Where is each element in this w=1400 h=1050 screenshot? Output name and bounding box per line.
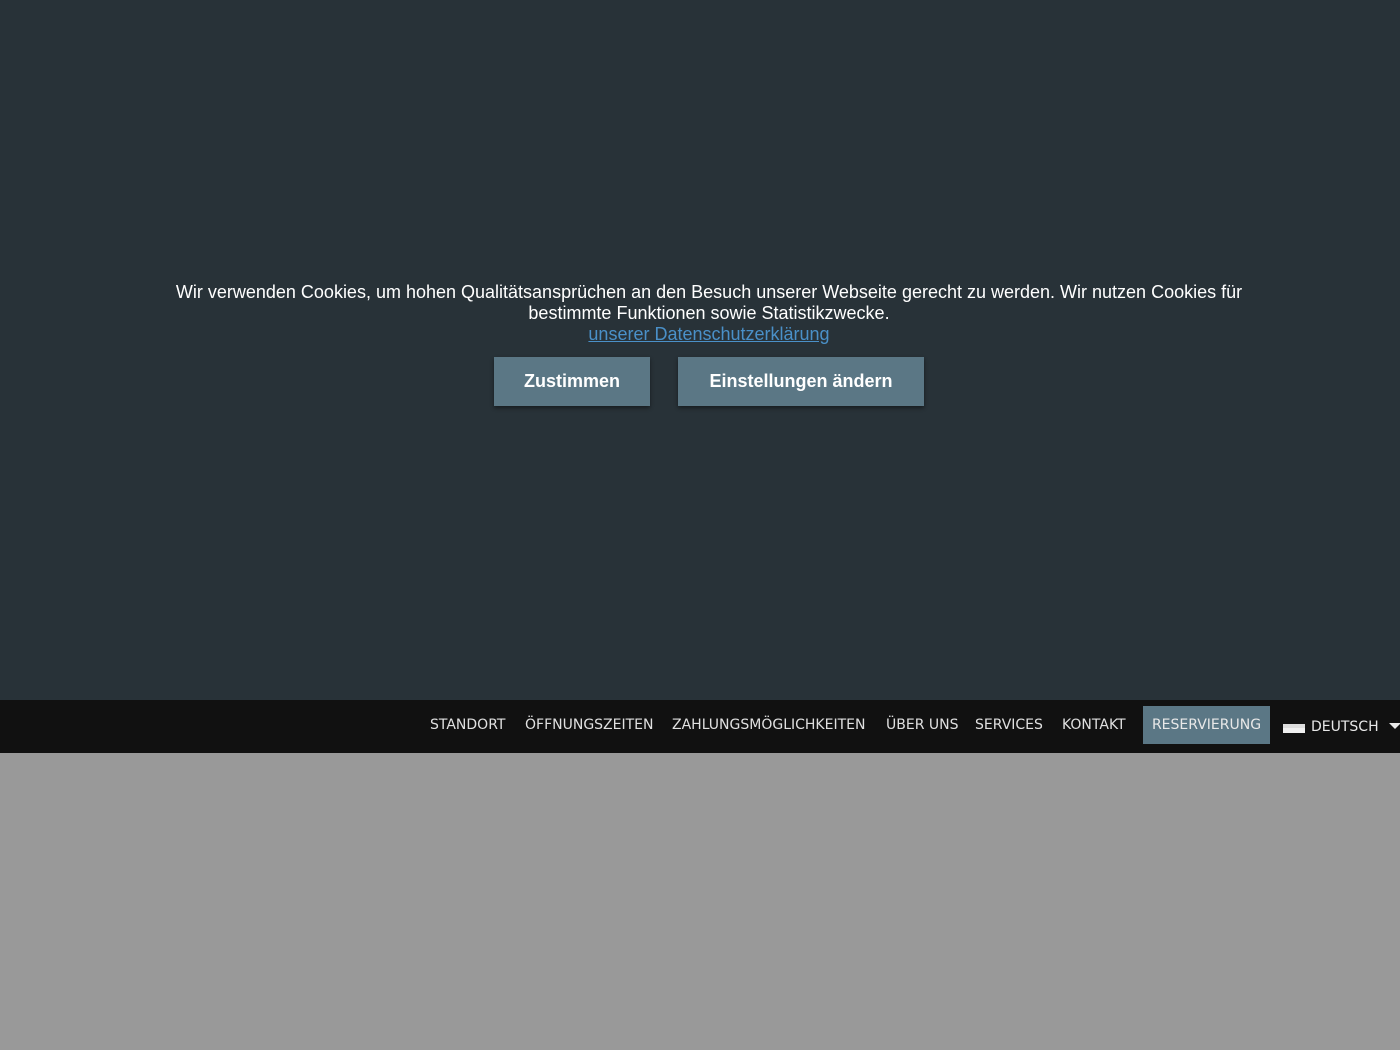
- cookie-button-group: Zustimmen Einstellungen ändern: [0, 357, 1400, 407]
- german-flag-icon: [1283, 719, 1305, 733]
- nav-item-zahlungsmoeglichkeiten[interactable]: ZAHLUNGSMÖGLICHKEITEN: [672, 700, 865, 753]
- nav-item-ueber-uns[interactable]: ÜBER UNS: [886, 700, 958, 753]
- cookie-message-line-1: Wir verwenden Cookies, um hohen Qualität…: [175, 282, 1243, 302]
- reservation-button[interactable]: RESERVIERUNG: [1143, 706, 1270, 744]
- main-navbar: STANDORT ÖFFNUNGSZEITEN ZAHLUNGSMÖGLICHK…: [0, 700, 1400, 753]
- caret-down-icon: [1388, 723, 1400, 729]
- page-content-area: [0, 753, 1400, 1050]
- privacy-policy-link[interactable]: unserer Datenschutzerklärung: [130, 324, 1288, 345]
- language-selector[interactable]: DEUTSCH: [1283, 700, 1400, 753]
- agree-button[interactable]: Zustimmen: [494, 357, 650, 406]
- change-settings-button[interactable]: Einstellungen ändern: [678, 357, 924, 406]
- nav-item-oeffnungszeiten[interactable]: ÖFFNUNGSZEITEN: [525, 700, 654, 753]
- nav-item-services[interactable]: SERVICES: [975, 700, 1043, 753]
- language-label: DEUTSCH: [1311, 719, 1379, 735]
- nav-item-standort[interactable]: STANDORT: [430, 700, 505, 753]
- nav-item-kontakt[interactable]: KONTAKT: [1062, 700, 1126, 753]
- cookie-message-line-2: bestimmte Funktionen sowie Statistikzwec…: [528, 303, 890, 323]
- cookie-message: Wir verwenden Cookies, um hohen Qualität…: [130, 282, 1288, 345]
- cookie-consent-overlay: Wir verwenden Cookies, um hohen Qualität…: [0, 0, 1400, 701]
